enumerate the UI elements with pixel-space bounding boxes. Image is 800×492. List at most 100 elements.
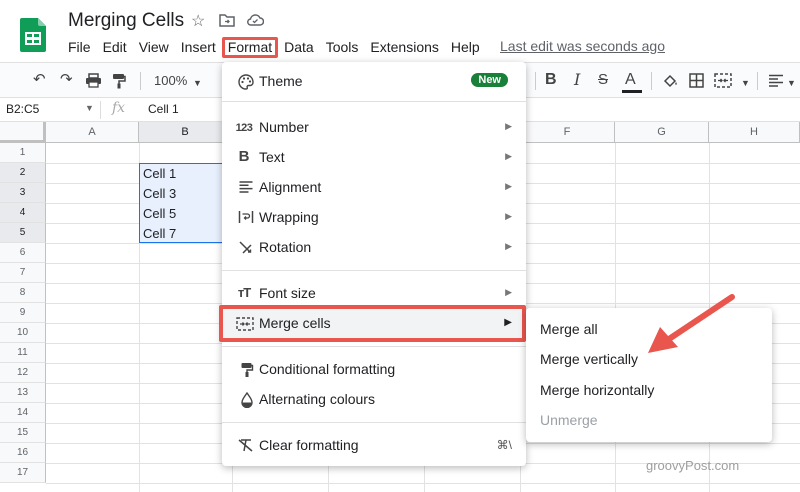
borders-icon[interactable] bbox=[689, 73, 704, 88]
row-header[interactable]: 15 bbox=[0, 423, 46, 443]
menu-item-clear-formatting[interactable]: Clear formatting ⌘\ bbox=[222, 430, 526, 460]
fill-color-icon[interactable] bbox=[662, 73, 679, 89]
submenu-arrow-icon: ▶ bbox=[505, 121, 512, 131]
cloud-saved-icon[interactable] bbox=[246, 13, 264, 27]
menu-item-label: Alternating colours bbox=[259, 391, 375, 407]
menu-data[interactable]: Data bbox=[278, 37, 320, 57]
undo-icon[interactable]: ↶ bbox=[33, 71, 46, 89]
menu-item-font-size[interactable]: тT Font size ▶ bbox=[222, 278, 526, 308]
menu-item-alignment[interactable]: Alignment ▶ bbox=[222, 172, 526, 202]
menu-insert[interactable]: Insert bbox=[175, 37, 222, 57]
menu-help[interactable]: Help bbox=[445, 37, 486, 57]
row-header[interactable]: 16 bbox=[0, 443, 46, 463]
italic-icon[interactable]: I bbox=[574, 71, 580, 89]
menu-item-label: Text bbox=[259, 149, 285, 165]
row-header[interactable]: 6 bbox=[0, 243, 46, 263]
row-header[interactable]: 10 bbox=[0, 323, 46, 343]
menu-item-label: Wrapping bbox=[259, 209, 319, 225]
text-color-icon[interactable]: A bbox=[625, 71, 636, 89]
star-icon[interactable]: ☆ bbox=[191, 11, 205, 31]
menu-item-label: Theme bbox=[259, 73, 303, 89]
submenu-arrow-icon: ▶ bbox=[505, 211, 512, 221]
menu-item-text[interactable]: B Text ▶ bbox=[222, 142, 526, 172]
document-title[interactable]: Merging Cells bbox=[68, 10, 184, 32]
row-header[interactable]: 8 bbox=[0, 283, 46, 303]
merge-dropdown-icon[interactable]: ▼ bbox=[741, 74, 750, 92]
menu-divider bbox=[222, 346, 526, 347]
fx-icon: fx bbox=[112, 100, 126, 116]
menu-item-conditional-formatting[interactable]: Conditional formatting bbox=[222, 354, 526, 384]
column-header-g[interactable]: G bbox=[615, 122, 709, 143]
formula-separator bbox=[100, 101, 101, 119]
menu-item-theme[interactable]: Theme New bbox=[222, 66, 526, 96]
submenu-arrow-icon: ▶ bbox=[505, 241, 512, 251]
row-header[interactable]: 4 bbox=[0, 203, 46, 223]
cell-b2[interactable]: Cell 1 bbox=[143, 166, 176, 181]
align-left-icon bbox=[239, 181, 253, 193]
print-icon[interactable] bbox=[85, 73, 102, 88]
menu-edit[interactable]: Edit bbox=[97, 37, 133, 57]
zoom-dropdown-icon[interactable]: ▼ bbox=[193, 74, 202, 92]
bold-icon[interactable]: B bbox=[545, 71, 557, 89]
menu-view[interactable]: View bbox=[133, 37, 175, 57]
formula-input[interactable]: Cell 1 bbox=[148, 102, 179, 116]
row-header[interactable]: 3 bbox=[0, 183, 46, 203]
row-header[interactable]: 9 bbox=[0, 303, 46, 323]
watermark: groovyPost.com bbox=[646, 458, 740, 473]
text-wrap-icon bbox=[238, 211, 254, 223]
menu-format[interactable]: Format bbox=[221, 36, 279, 58]
last-edit-link[interactable]: Last edit was seconds ago bbox=[500, 38, 665, 54]
column-header-b[interactable]: B bbox=[139, 122, 232, 143]
new-badge: New bbox=[471, 73, 508, 87]
redo-icon[interactable]: ↷ bbox=[60, 71, 73, 89]
submenu-arrow-icon: ▶ bbox=[505, 151, 512, 161]
menu-item-label: Font size bbox=[259, 285, 316, 301]
cell-b4[interactable]: Cell 5 bbox=[143, 206, 176, 221]
row-header[interactable]: 13 bbox=[0, 383, 46, 403]
merge-all-option[interactable]: Merge all bbox=[540, 321, 598, 337]
align-dropdown-icon[interactable]: ▼ bbox=[787, 74, 796, 92]
column-header-a[interactable]: A bbox=[46, 122, 139, 143]
column-header-h[interactable]: H bbox=[709, 122, 800, 143]
row-header[interactable]: 1 bbox=[0, 143, 46, 163]
row-header[interactable]: 7 bbox=[0, 263, 46, 283]
row-header[interactable]: 2 bbox=[0, 163, 46, 183]
sheets-logo-icon[interactable] bbox=[20, 18, 46, 52]
submenu-arrow-icon: ▶ bbox=[505, 287, 512, 297]
row-header[interactable]: 17 bbox=[0, 463, 46, 483]
strikethrough-icon[interactable]: S bbox=[598, 71, 608, 89]
toolbar-separator bbox=[651, 72, 652, 90]
menu-file[interactable]: File bbox=[62, 37, 97, 57]
menu-item-number[interactable]: 123 Number ▶ bbox=[222, 112, 526, 142]
font-size-icon: тT bbox=[237, 285, 251, 300]
row-header[interactable]: 5 bbox=[0, 223, 46, 243]
menu-item-alternating-colours[interactable]: Alternating colours bbox=[222, 384, 526, 414]
move-folder-icon[interactable] bbox=[219, 13, 235, 27]
menu-item-wrapping[interactable]: Wrapping ▶ bbox=[222, 202, 526, 232]
cell-b3[interactable]: Cell 3 bbox=[143, 186, 176, 201]
cell-b5[interactable]: Cell 7 bbox=[143, 226, 176, 241]
menu-item-rotation[interactable]: Rotation ▶ bbox=[222, 232, 526, 262]
menu-divider bbox=[222, 270, 526, 271]
row-header[interactable]: 14 bbox=[0, 403, 46, 423]
row-header[interactable]: 11 bbox=[0, 343, 46, 363]
name-box[interactable]: B2:C5 bbox=[6, 102, 39, 116]
merge-cells-highlight bbox=[219, 305, 526, 342]
menu-item-label: Rotation bbox=[259, 239, 312, 255]
row-header[interactable]: 12 bbox=[0, 363, 46, 383]
text-rotation-icon bbox=[239, 241, 252, 254]
merge-cells-icon[interactable] bbox=[714, 73, 732, 88]
annotation-arrow-icon bbox=[648, 294, 735, 353]
menu-tools[interactable]: Tools bbox=[320, 37, 365, 57]
merge-vertically-option[interactable]: Merge vertically bbox=[540, 351, 638, 367]
toolbar-separator bbox=[757, 72, 758, 90]
menu-extensions[interactable]: Extensions bbox=[364, 37, 444, 57]
horizontal-align-icon[interactable] bbox=[768, 74, 784, 87]
paint-format-icon[interactable] bbox=[112, 73, 126, 89]
column-header-f[interactable]: F bbox=[520, 122, 615, 143]
select-all-corner[interactable] bbox=[0, 122, 46, 143]
name-box-dropdown-icon[interactable]: ▼ bbox=[85, 103, 94, 113]
palette-icon bbox=[238, 74, 254, 90]
zoom-select[interactable]: 100% bbox=[154, 73, 187, 88]
merge-horizontally-option[interactable]: Merge horizontally bbox=[540, 382, 654, 398]
